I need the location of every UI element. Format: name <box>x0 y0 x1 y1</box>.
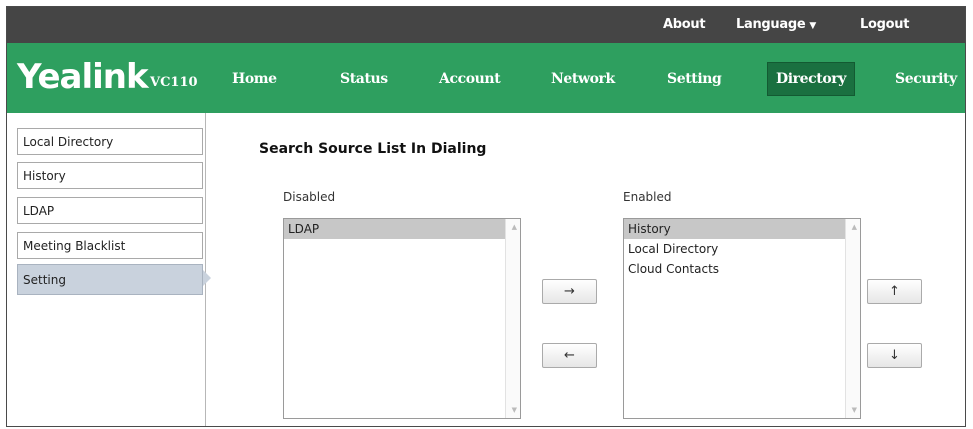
sidebar-item-history[interactable]: History <box>17 162 203 189</box>
nav-account[interactable]: Account <box>439 64 501 94</box>
scroll-down-icon[interactable]: ▼ <box>512 406 517 414</box>
yealink-logo: Yealink <box>17 57 149 97</box>
main-nav-bar: Yealink VC110 Home Status Account Networ… <box>7 43 965 113</box>
list-item[interactable]: LDAP <box>284 219 506 239</box>
browser-frame: About Language ▼ Logout Yealink VC110 Hom… <box>6 6 966 427</box>
caret-down-icon: ▼ <box>809 21 816 31</box>
nav-security[interactable]: Security <box>895 64 957 94</box>
move-right-button[interactable]: → <box>542 279 597 304</box>
model-label: VC110 <box>150 75 198 90</box>
move-down-button[interactable]: ↓ <box>867 343 922 368</box>
scroll-down-icon[interactable]: ▼ <box>852 406 857 414</box>
sidebar-item-meeting-blacklist[interactable]: Meeting Blacklist <box>17 232 203 259</box>
scrollbar[interactable]: ▲ ▼ <box>505 219 520 418</box>
list-item[interactable]: Local Directory <box>624 239 846 259</box>
scroll-up-icon[interactable]: ▲ <box>852 223 857 231</box>
about-link[interactable]: About <box>663 7 706 43</box>
sidebar: Local Directory History LDAP Meeting Bla… <box>7 113 211 426</box>
page-title: Search Source List In Dialing <box>259 141 487 157</box>
sidebar-item-local-directory[interactable]: Local Directory <box>17 128 203 155</box>
sidebar-item-setting[interactable]: Setting <box>17 264 211 295</box>
disabled-label: Disabled <box>283 190 336 204</box>
enabled-sources-list[interactable]: History Local Directory Cloud Contacts ▲… <box>623 218 861 419</box>
list-item[interactable]: Cloud Contacts <box>624 259 846 279</box>
list-item[interactable]: History <box>624 219 846 239</box>
sidebar-item-ldap[interactable]: LDAP <box>17 197 203 224</box>
nav-directory[interactable]: Directory <box>767 62 855 96</box>
active-arrow-icon <box>203 270 211 286</box>
disabled-sources-list[interactable]: LDAP ▲ ▼ <box>283 218 521 419</box>
language-menu[interactable]: Language ▼ <box>736 7 816 43</box>
nav-status[interactable]: Status <box>340 64 388 94</box>
move-left-button[interactable]: ← <box>542 343 597 368</box>
enabled-label: Enabled <box>623 190 672 204</box>
nav-setting[interactable]: Setting <box>667 64 722 94</box>
nav-network[interactable]: Network <box>551 64 615 94</box>
scrollbar[interactable]: ▲ ▼ <box>845 219 860 418</box>
sidebar-item-label: Setting <box>23 273 66 287</box>
top-utility-bar: About Language ▼ Logout <box>7 7 965 43</box>
language-label: Language <box>736 17 806 32</box>
move-up-button[interactable]: ↑ <box>867 279 922 304</box>
nav-home[interactable]: Home <box>232 64 277 94</box>
logout-link[interactable]: Logout <box>860 7 909 43</box>
scroll-up-icon[interactable]: ▲ <box>512 223 517 231</box>
